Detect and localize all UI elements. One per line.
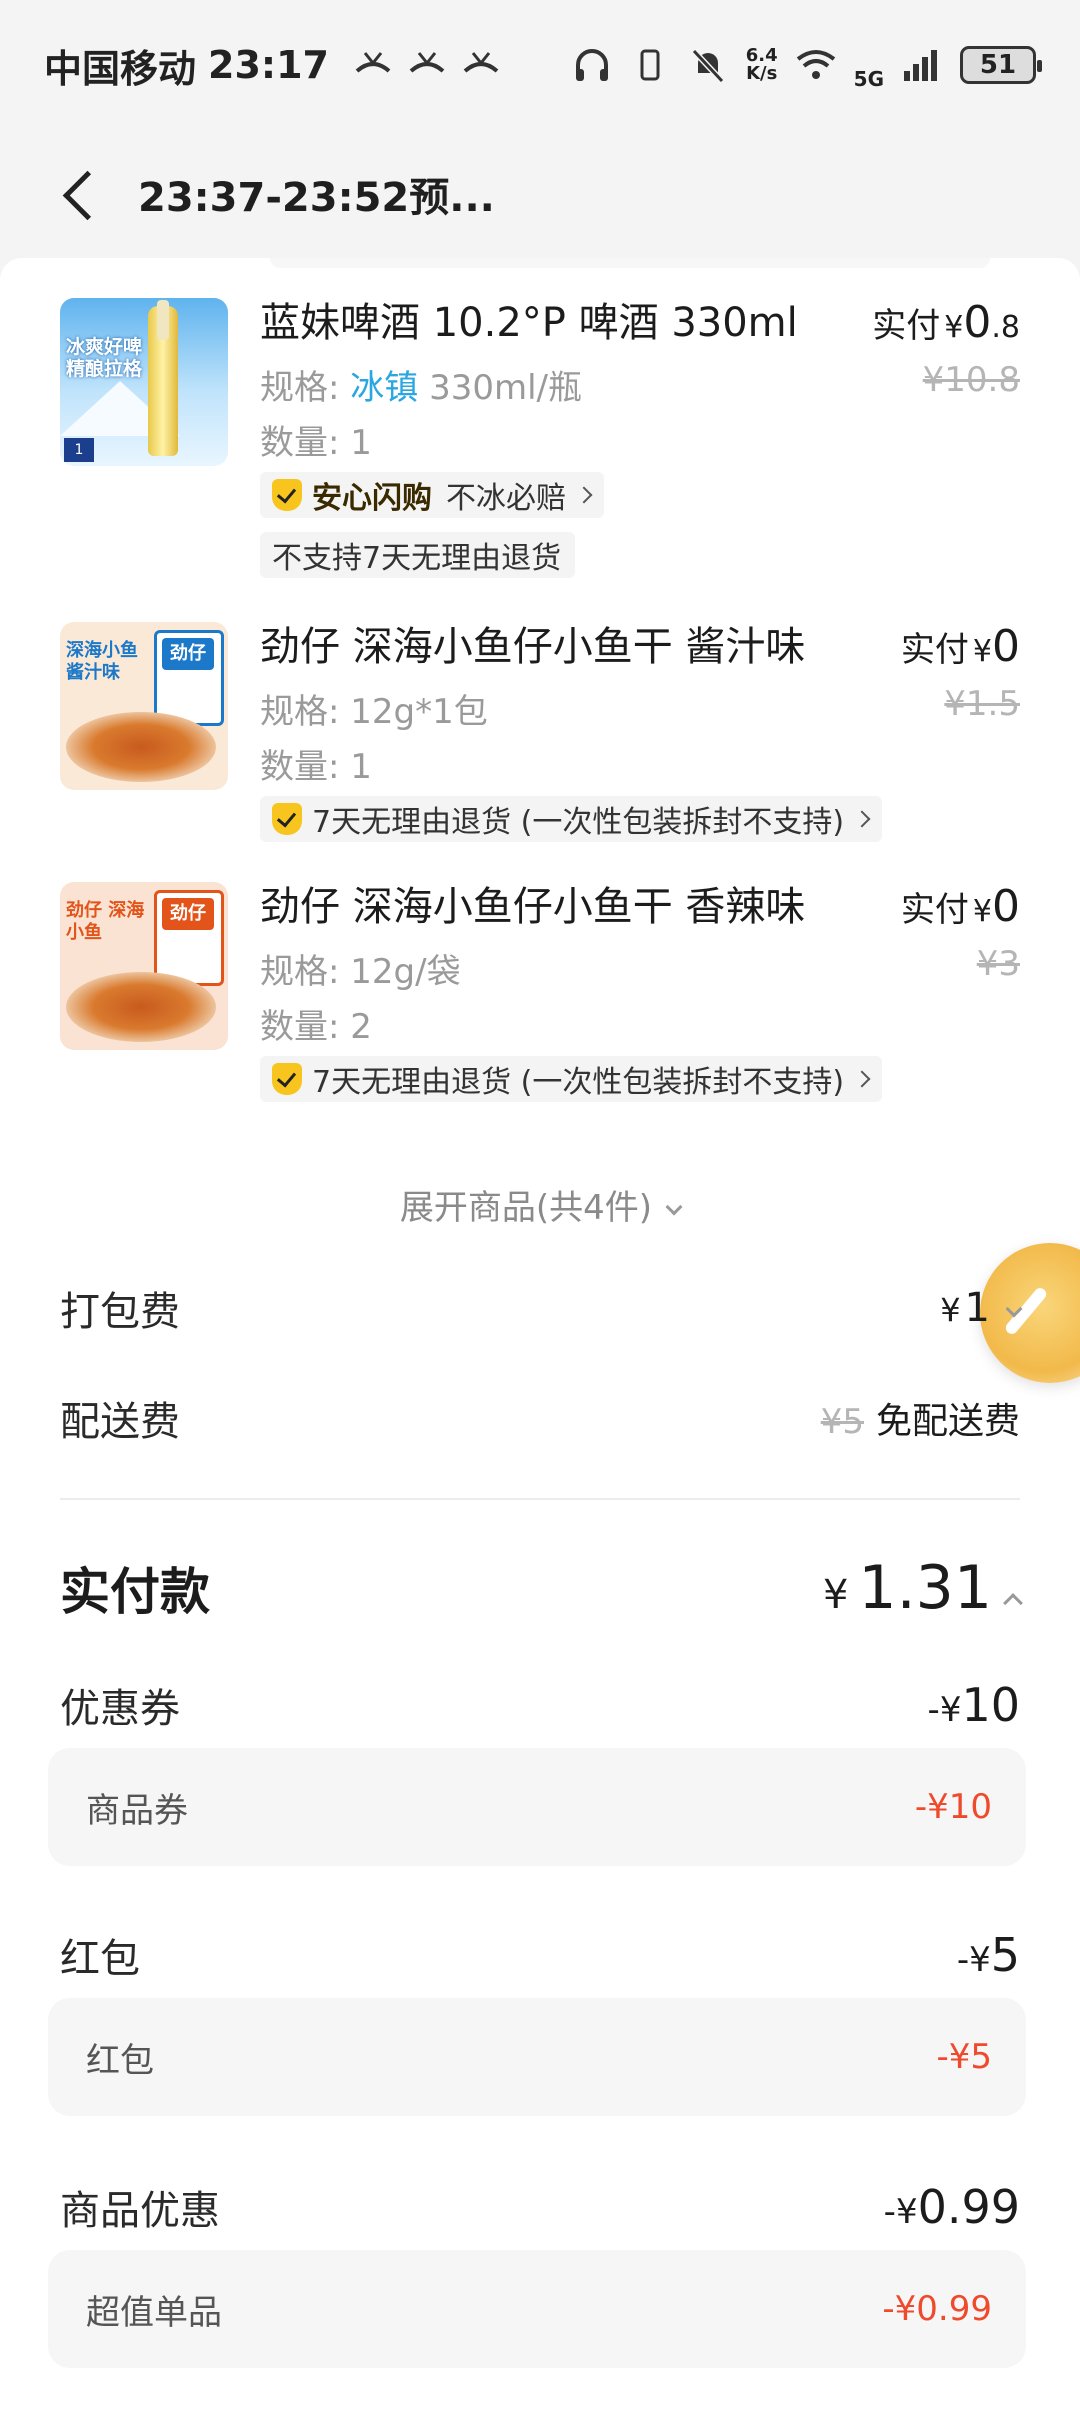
product-discount-detail: 超值单品 -¥0.99: [48, 2250, 1026, 2368]
coupon-detail: 商品券 -¥10: [48, 1748, 1026, 1866]
mute-bell-icon: [688, 47, 728, 84]
coupon-row: 优惠券 -¥ 10: [60, 1670, 1020, 1740]
product-quantity: 数量: 2: [260, 1007, 372, 1047]
total-value: ¥1.31: [823, 1553, 1023, 1623]
product-discount-row: 商品优惠 -¥ 0.99: [60, 2172, 1020, 2242]
battery-indicator: 51: [960, 46, 1042, 84]
signal-icon: [902, 47, 942, 83]
product-name: 劲仔 深海小鱼仔小鱼干 酱汁味: [260, 624, 806, 670]
original-price: ¥10.8: [922, 360, 1020, 400]
net-speed: 6.4 K/s: [745, 45, 778, 84]
order-card: 冰爽好啤 精酿拉格 1 蓝妹啤酒 10.2°P 啤酒 330ml 实付 ¥0.8 …: [0, 258, 1080, 2412]
chevron-down-icon: [665, 1198, 683, 1216]
thumb-brand: 劲仔: [162, 638, 214, 670]
back-arrow-icon[interactable]: [56, 164, 104, 224]
total-row[interactable]: 实付款 ¥1.31: [60, 1548, 1023, 1628]
total-label: 实付款: [60, 1563, 210, 1621]
product-item[interactable]: 劲仔 深海小鱼 劲仔 劲仔 深海小鱼仔小鱼干 香辣味 实付 ¥0 ¥3 规格: 1…: [60, 882, 1020, 1112]
product-spec: 规格: 冰镇 330ml/瓶: [260, 368, 582, 408]
delivery-fee-value: ¥5 免配送费: [820, 1401, 1020, 1442]
clock: 23:17: [208, 43, 329, 87]
chevron-up-icon: [1003, 1593, 1023, 1613]
divider: [60, 1498, 1020, 1500]
paid-price: 实付 ¥0: [900, 881, 1020, 932]
product-discount-detail-label: 超值单品: [86, 2292, 222, 2333]
product-name: 蓝妹啤酒 10.2°P 啤酒 330ml: [260, 300, 798, 346]
product-image: 冰爽好啤 精酿拉格 1: [60, 298, 228, 466]
paid-price: 实付 ¥0.8: [872, 297, 1020, 348]
coupon-label: 优惠券: [60, 1686, 180, 1732]
delivery-fee-row: 配送费 ¥5 免配送费: [60, 1388, 1020, 1448]
guarantee-tag[interactable]: 安心闪购 不冰必赔: [260, 472, 604, 518]
coupon-detail-value: -¥10: [914, 1787, 992, 1827]
chevron-down-icon: [1005, 1300, 1023, 1318]
shield-check-icon: [272, 1063, 302, 1095]
thumb-badge: 1: [64, 438, 94, 462]
product-discount-value: -¥ 0.99: [883, 2180, 1020, 2234]
product-spec: 规格: 12g/袋: [260, 952, 461, 992]
original-price: ¥3: [976, 944, 1020, 984]
expand-products-button[interactable]: 展开商品(共4件): [0, 1180, 1080, 1229]
original-price: ¥1.5: [944, 684, 1020, 724]
chevron-right-icon: [853, 1070, 871, 1088]
headphones-icon: [572, 47, 612, 83]
product-discount-detail-value: -¥0.99: [882, 2289, 992, 2329]
network-type: 5G: [853, 67, 884, 91]
product-image: 劲仔 深海小鱼 劲仔: [60, 882, 228, 1050]
redpacket-value: -¥ 5: [956, 1928, 1020, 1982]
redpacket-detail-label: 红包: [86, 2040, 154, 2081]
coupon-detail-label: 商品券: [86, 1790, 188, 1831]
product-image: 深海小鱼 酱汁味 劲仔: [60, 622, 228, 790]
chevron-right-icon: [575, 486, 593, 504]
thumb-caption: 冰爽好啤 精酿拉格: [66, 336, 143, 380]
redpacket-detail: 红包 -¥5: [48, 1998, 1026, 2116]
thumb-caption: 劲仔 深海小鱼: [66, 900, 145, 943]
thumb-brand: 劲仔: [162, 898, 214, 930]
packing-fee-row[interactable]: 打包费 ¥1: [60, 1278, 1023, 1338]
packing-fee-value: ¥1: [940, 1285, 1023, 1331]
redpacket-label: 红包: [60, 1936, 140, 1982]
carrier: 中国移动: [44, 46, 197, 91]
chevron-right-icon: [853, 810, 871, 828]
missed-call-icon: [461, 47, 501, 83]
status-bar: 中国移动 23:17 6.4 K/s 5G 51: [0, 0, 1080, 130]
product-item[interactable]: 冰爽好啤 精酿拉格 1 蓝妹啤酒 10.2°P 啤酒 330ml 实付 ¥0.8 …: [60, 298, 1020, 578]
wifi-icon: [796, 47, 836, 83]
return-policy-tag[interactable]: 7天无理由退货 (一次性包装拆封不支持): [260, 796, 883, 842]
redpacket-detail-value: -¥5: [936, 2037, 992, 2077]
coupon-value: -¥ 10: [927, 1678, 1020, 1732]
packing-fee-label: 打包费: [60, 1289, 180, 1335]
product-quantity: 数量: 1: [260, 747, 372, 787]
return-policy-tag[interactable]: 7天无理由退货 (一次性包装拆封不支持): [260, 1056, 883, 1102]
product-discount-label: 商品优惠: [60, 2188, 220, 2234]
return-policy-tag: 不支持7天无理由退货: [260, 532, 576, 578]
beer-bottle-image: [148, 300, 178, 456]
redpacket-row: 红包 -¥ 5: [60, 1920, 1020, 1990]
nav-bar: 23:37-23:52预...: [0, 130, 1080, 258]
shield-check-icon: [272, 479, 302, 511]
thumb-caption: 深海小鱼 酱汁味: [66, 640, 138, 683]
product-item[interactable]: 深海小鱼 酱汁味 劲仔 劲仔 深海小鱼仔小鱼干 酱汁味 实付 ¥0 ¥1.5 规格…: [60, 622, 1020, 852]
product-name: 劲仔 深海小鱼仔小鱼干 香辣味: [260, 884, 806, 930]
paid-price: 实付 ¥0: [900, 621, 1020, 672]
shield-check-icon: [272, 803, 302, 835]
delivery-fee-label: 配送费: [60, 1399, 180, 1445]
product-quantity: 数量: 1: [260, 423, 372, 463]
vibrate-icon: [630, 47, 670, 83]
product-spec: 规格: 12g*1包: [260, 692, 488, 732]
divider: [270, 258, 990, 268]
page-title: 23:37-23:52预...: [138, 175, 495, 221]
missed-call-icon: [407, 47, 447, 83]
missed-call-icon: [353, 47, 393, 83]
